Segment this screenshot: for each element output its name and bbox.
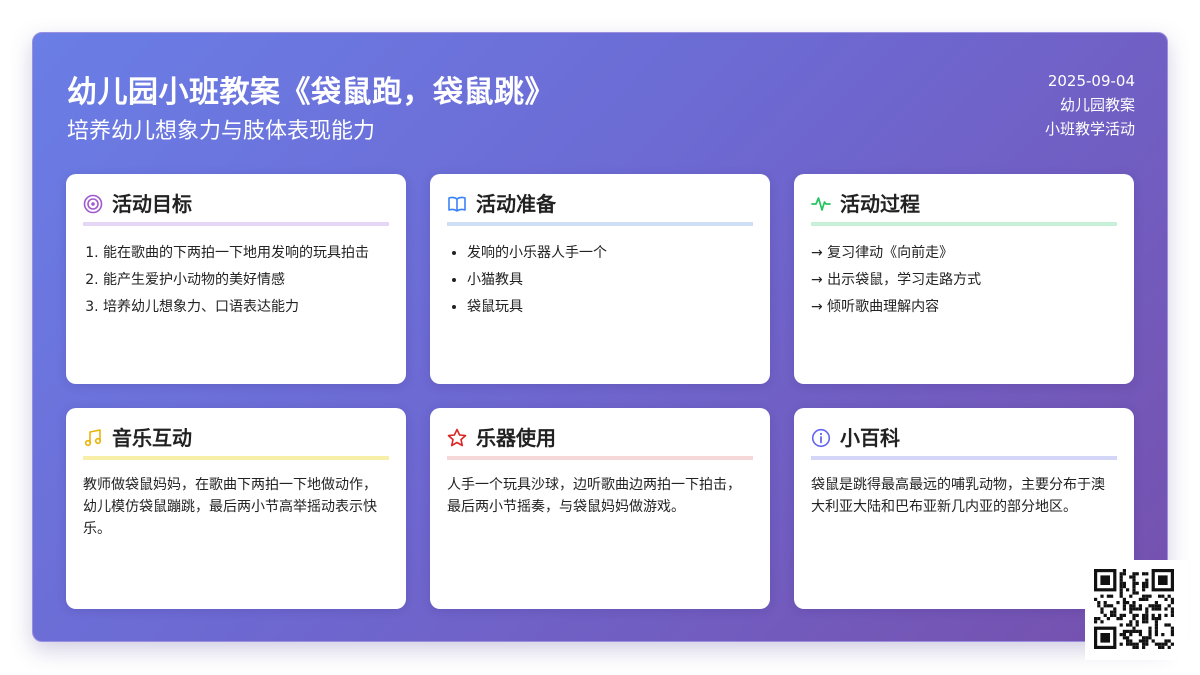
card-body: 教师做袋鼠妈妈，在歌曲下两拍一下地做动作，幼儿模仿袋鼠蹦跳，最后两小节高举摇动表… bbox=[83, 474, 389, 540]
info-icon bbox=[811, 428, 831, 448]
list-item: 培养幼儿想象力、口语表达能力 bbox=[103, 294, 389, 321]
list-item: 小猫教具 bbox=[467, 267, 753, 294]
card-title: 活动目标 bbox=[112, 192, 192, 216]
card-title: 乐器使用 bbox=[476, 426, 556, 450]
card-header: 乐器使用 bbox=[447, 424, 753, 460]
card-body: 发响的小乐器人手一个 小猫教具 袋鼠玩具 bbox=[447, 240, 753, 321]
category-label: 幼儿园教案 bbox=[1059, 96, 1135, 114]
activity-type-label: 小班教学活动 bbox=[1044, 120, 1135, 138]
book-open-icon bbox=[448, 196, 466, 212]
card-header: 音乐互动 bbox=[83, 424, 389, 460]
process-step: → 倾听歌曲理解内容 bbox=[811, 299, 940, 315]
process-step: → 出示袋鼠，学习走路方式 bbox=[811, 272, 982, 288]
page-subtitle: 培养幼儿想象力与肢体表现能力 bbox=[67, 119, 376, 144]
card-encyclopedia: 小百科 袋鼠是跳得最高最远的哺乳动物，主要分布于澳大利亚大陆和巴布亚新几内亚的部… bbox=[794, 408, 1134, 609]
card-title: 活动过程 bbox=[840, 192, 920, 216]
star-icon bbox=[447, 428, 467, 447]
card-instrument-use: 乐器使用 人手一个玩具沙球，边听歌曲边两拍一下拍击，最后两小节摇奏，与袋鼠妈妈做… bbox=[430, 408, 770, 609]
card-body: 袋鼠是跳得最高最远的哺乳动物，主要分布于澳大利亚大陆和巴布亚新几内亚的部分地区。 bbox=[811, 474, 1117, 518]
card-header: 活动过程 bbox=[811, 190, 1117, 226]
card-body: → 复习律动《向前走》 → 出示袋鼠，学习走路方式 → 倾听歌曲理解内容 bbox=[811, 240, 1117, 321]
card-text: 袋鼠是跳得最高最远的哺乳动物，主要分布于澳大利亚大陆和巴布亚新几内亚的部分地区。 bbox=[811, 477, 1105, 515]
card-text: 教师做袋鼠妈妈，在歌曲下两拍一下地做动作，幼儿模仿袋鼠蹦跳，最后两小节高举摇动表… bbox=[83, 477, 377, 537]
page-title: 幼儿园小班教案《袋鼠跑，袋鼠跳》 bbox=[67, 75, 555, 110]
card-header: 活动准备 bbox=[447, 190, 753, 226]
date-label: 2025-09-04 bbox=[1047, 72, 1135, 90]
list-item: 能在歌曲的下两拍一下地用发响的玩具拍击 bbox=[103, 240, 389, 267]
target-icon bbox=[83, 194, 103, 214]
card-header: 小百科 bbox=[811, 424, 1117, 460]
card-title: 小百科 bbox=[840, 426, 900, 450]
qr-code bbox=[1085, 560, 1188, 660]
card-activity-process: 活动过程 → 复习律动《向前走》 → 出示袋鼠，学习走路方式 → 倾听歌曲理解内… bbox=[794, 174, 1134, 384]
card-body: 人手一个玩具沙球，边听歌曲边两拍一下拍击，最后两小节摇奏，与袋鼠妈妈做游戏。 bbox=[447, 474, 753, 518]
process-step: → 复习律动《向前走》 bbox=[811, 245, 954, 261]
card-header: 活动目标 bbox=[83, 190, 389, 226]
music-icon bbox=[84, 429, 102, 447]
card-body: 能在歌曲的下两拍一下地用发响的玩具拍击 能产生爱护小动物的美好情感 培养幼儿想象… bbox=[83, 240, 389, 321]
list-item: 发响的小乐器人手一个 bbox=[467, 240, 753, 267]
card-music-interaction: 音乐互动 教师做袋鼠妈妈，在歌曲下两拍一下地做动作，幼儿模仿袋鼠蹦跳，最后两小节… bbox=[66, 408, 406, 609]
card-text: 人手一个玩具沙球，边听歌曲边两拍一下拍击，最后两小节摇奏，与袋鼠妈妈做游戏。 bbox=[447, 477, 741, 515]
list-item: 能产生爱护小动物的美好情感 bbox=[103, 267, 389, 294]
card-title: 音乐互动 bbox=[112, 426, 192, 450]
lesson-plan-slide: 幼儿园小班教案《袋鼠跑，袋鼠跳》 培养幼儿想象力与肢体表现能力 2025-09-… bbox=[32, 32, 1168, 642]
activity-icon bbox=[811, 197, 831, 211]
card-activity-preparation: 活动准备 发响的小乐器人手一个 小猫教具 袋鼠玩具 bbox=[430, 174, 770, 384]
card-title: 活动准备 bbox=[476, 192, 556, 216]
list-item: 袋鼠玩具 bbox=[467, 294, 753, 321]
card-activity-goals: 活动目标 能在歌曲的下两拍一下地用发响的玩具拍击 能产生爱护小动物的美好情感 培… bbox=[66, 174, 406, 384]
header-meta: 2025-09-04 幼儿园教案 小班教学活动 bbox=[1045, 69, 1135, 141]
